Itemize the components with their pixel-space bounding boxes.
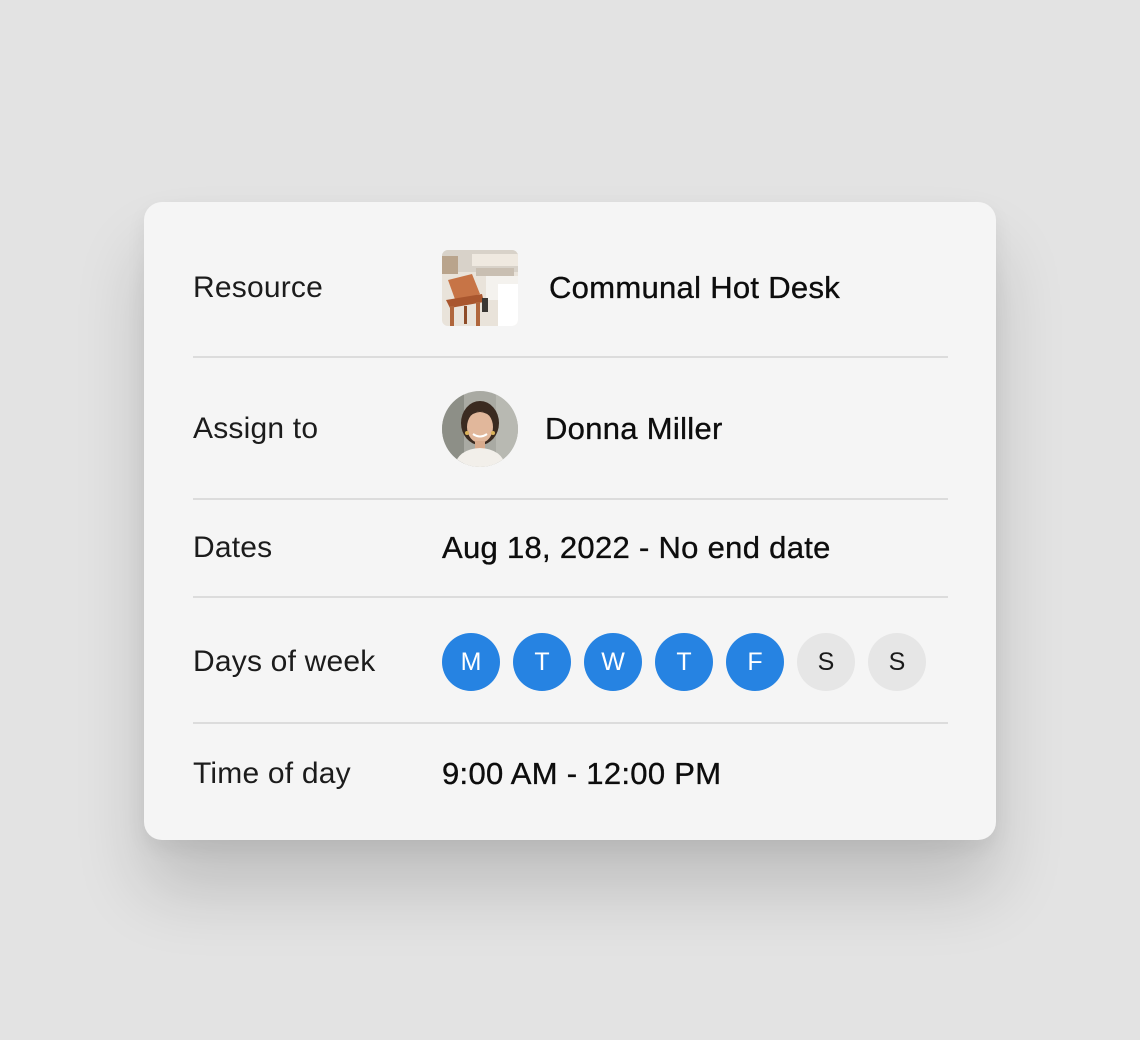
resource-row[interactable]: Resource Communal Hot Desk — [193, 250, 948, 326]
time-of-day-value: 9:00 AM - 12:00 PM — [442, 756, 722, 791]
day-thursday-toggle[interactable]: T — [655, 633, 713, 691]
divider — [193, 722, 948, 724]
dates-row[interactable]: Dates Aug 18, 2022 - No end date — [193, 522, 948, 574]
desk-chair-photo — [442, 250, 518, 326]
divider — [193, 356, 948, 358]
day-sunday-toggle[interactable]: S — [868, 633, 926, 691]
day-wednesday-toggle[interactable]: W — [584, 633, 642, 691]
day-saturday-toggle[interactable]: S — [797, 633, 855, 691]
avatar — [442, 391, 518, 467]
resource-value: Communal Hot Desk — [549, 270, 841, 305]
booking-card: Resource Communal Hot Desk Assign to Don… — [144, 202, 996, 840]
dates-value: Aug 18, 2022 - No end date — [442, 530, 831, 565]
assign-to-row[interactable]: Assign to Donna Miller — [193, 391, 948, 467]
divider — [193, 498, 948, 500]
day-tuesday-toggle[interactable]: T — [513, 633, 571, 691]
time-of-day-row[interactable]: Time of day 9:00 AM - 12:00 PM — [193, 748, 948, 800]
assignee-name: Donna Miller — [545, 411, 723, 446]
day-monday-toggle[interactable]: M — [442, 633, 500, 691]
day-selector: M T W T F S S — [442, 633, 926, 691]
time-of-day-label: Time of day — [193, 757, 351, 790]
day-friday-toggle[interactable]: F — [726, 633, 784, 691]
days-of-week-row: Days of week M T W T F S S — [193, 633, 948, 691]
resource-label: Resource — [193, 271, 323, 304]
days-of-week-label: Days of week — [193, 645, 376, 678]
divider — [193, 596, 948, 598]
assign-to-label: Assign to — [193, 412, 319, 445]
dates-label: Dates — [193, 531, 273, 564]
